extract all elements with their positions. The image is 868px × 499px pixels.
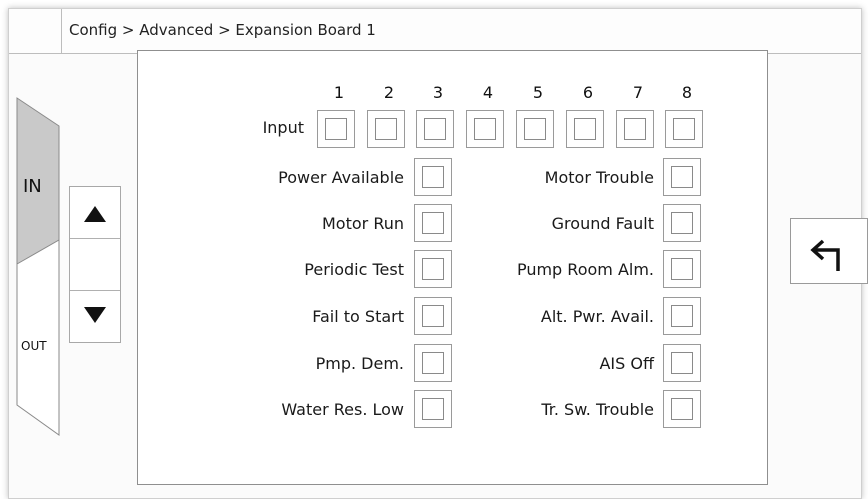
right-label-4: Alt. Pwr. Avail. <box>540 307 654 326</box>
right-label-1: Motor Trouble <box>544 168 654 187</box>
left-label-1: Power Available <box>278 168 404 187</box>
left-label-3: Periodic Test <box>304 260 404 279</box>
checkbox-inner <box>422 352 444 374</box>
input-number-5: 5 <box>532 83 544 102</box>
input-row-label: Input <box>262 118 304 137</box>
input-number-6: 6 <box>582 83 594 102</box>
back-button[interactable] <box>790 218 868 284</box>
input-checkbox-1[interactable] <box>317 110 355 148</box>
left-checkbox-2[interactable] <box>414 204 452 242</box>
left-label-2: Motor Run <box>322 214 404 233</box>
input-checkbox-7[interactable] <box>616 110 654 148</box>
left-checkbox-3[interactable] <box>414 250 452 288</box>
checkbox-inner <box>671 352 693 374</box>
checkbox-inner <box>671 398 693 420</box>
checkbox-inner <box>422 212 444 234</box>
right-checkbox-4[interactable] <box>663 297 701 335</box>
input-number-8: 8 <box>681 83 693 102</box>
input-checkbox-4[interactable] <box>466 110 504 148</box>
left-checkbox-4[interactable] <box>414 297 452 335</box>
input-number-4: 4 <box>482 83 494 102</box>
left-label-6: Water Res. Low <box>281 400 404 419</box>
tab-strip <box>16 97 60 436</box>
right-label-6: Tr. Sw. Trouble <box>541 400 654 419</box>
tab-out-label: OUT <box>21 339 47 353</box>
right-checkbox-2[interactable] <box>663 204 701 242</box>
left-checkbox-1[interactable] <box>414 158 452 196</box>
right-label-2: Ground Fault <box>551 214 654 233</box>
input-checkbox-5[interactable] <box>516 110 554 148</box>
checkbox-inner <box>574 118 596 140</box>
input-checkbox-8[interactable] <box>665 110 703 148</box>
input-checkbox-6[interactable] <box>566 110 604 148</box>
left-label-4: Fail to Start <box>312 307 404 326</box>
header-bar: Config > Advanced > Expansion Board 1 <box>9 9 861 54</box>
left-label-5: Pmp. Dem. <box>315 354 404 373</box>
left-checkbox-5[interactable] <box>414 344 452 382</box>
input-number-3: 3 <box>432 83 444 102</box>
input-checkbox-3[interactable] <box>416 110 454 148</box>
input-number-1: 1 <box>333 83 345 102</box>
checkbox-inner <box>325 118 347 140</box>
input-number-2: 2 <box>383 83 395 102</box>
checkbox-inner <box>671 305 693 327</box>
scroll-up-button[interactable] <box>70 187 120 238</box>
input-number-7: 7 <box>632 83 644 102</box>
left-checkbox-6[interactable] <box>414 390 452 428</box>
right-label-5: AIS Off <box>599 354 654 373</box>
checkbox-inner <box>422 305 444 327</box>
checkbox-inner <box>524 118 546 140</box>
checkbox-inner <box>673 118 695 140</box>
scroll-down-button[interactable] <box>70 290 120 341</box>
triangle-down-icon <box>84 307 106 323</box>
breadcrumb: Config > Advanced > Expansion Board 1 <box>69 21 376 39</box>
checkbox-inner <box>424 118 446 140</box>
input-checkbox-2[interactable] <box>367 110 405 148</box>
checkbox-inner <box>671 258 693 280</box>
scroll-spacer <box>70 238 120 291</box>
triangle-up-icon <box>84 206 106 222</box>
right-checkbox-3[interactable] <box>663 250 701 288</box>
right-checkbox-1[interactable] <box>663 158 701 196</box>
checkbox-inner <box>422 166 444 188</box>
scroll-controls <box>69 186 121 343</box>
right-label-3: Pump Room Alm. <box>516 260 654 279</box>
return-arrow-icon <box>810 239 840 271</box>
checkbox-inner <box>671 212 693 234</box>
checkbox-inner <box>624 118 646 140</box>
checkbox-inner <box>422 398 444 420</box>
checkbox-inner <box>375 118 397 140</box>
tab-in-label: IN <box>23 176 42 197</box>
tab-out[interactable] <box>16 239 60 436</box>
checkbox-inner <box>671 166 693 188</box>
checkbox-inner <box>422 258 444 280</box>
checkbox-inner <box>474 118 496 140</box>
right-checkbox-5[interactable] <box>663 344 701 382</box>
right-checkbox-6[interactable] <box>663 390 701 428</box>
